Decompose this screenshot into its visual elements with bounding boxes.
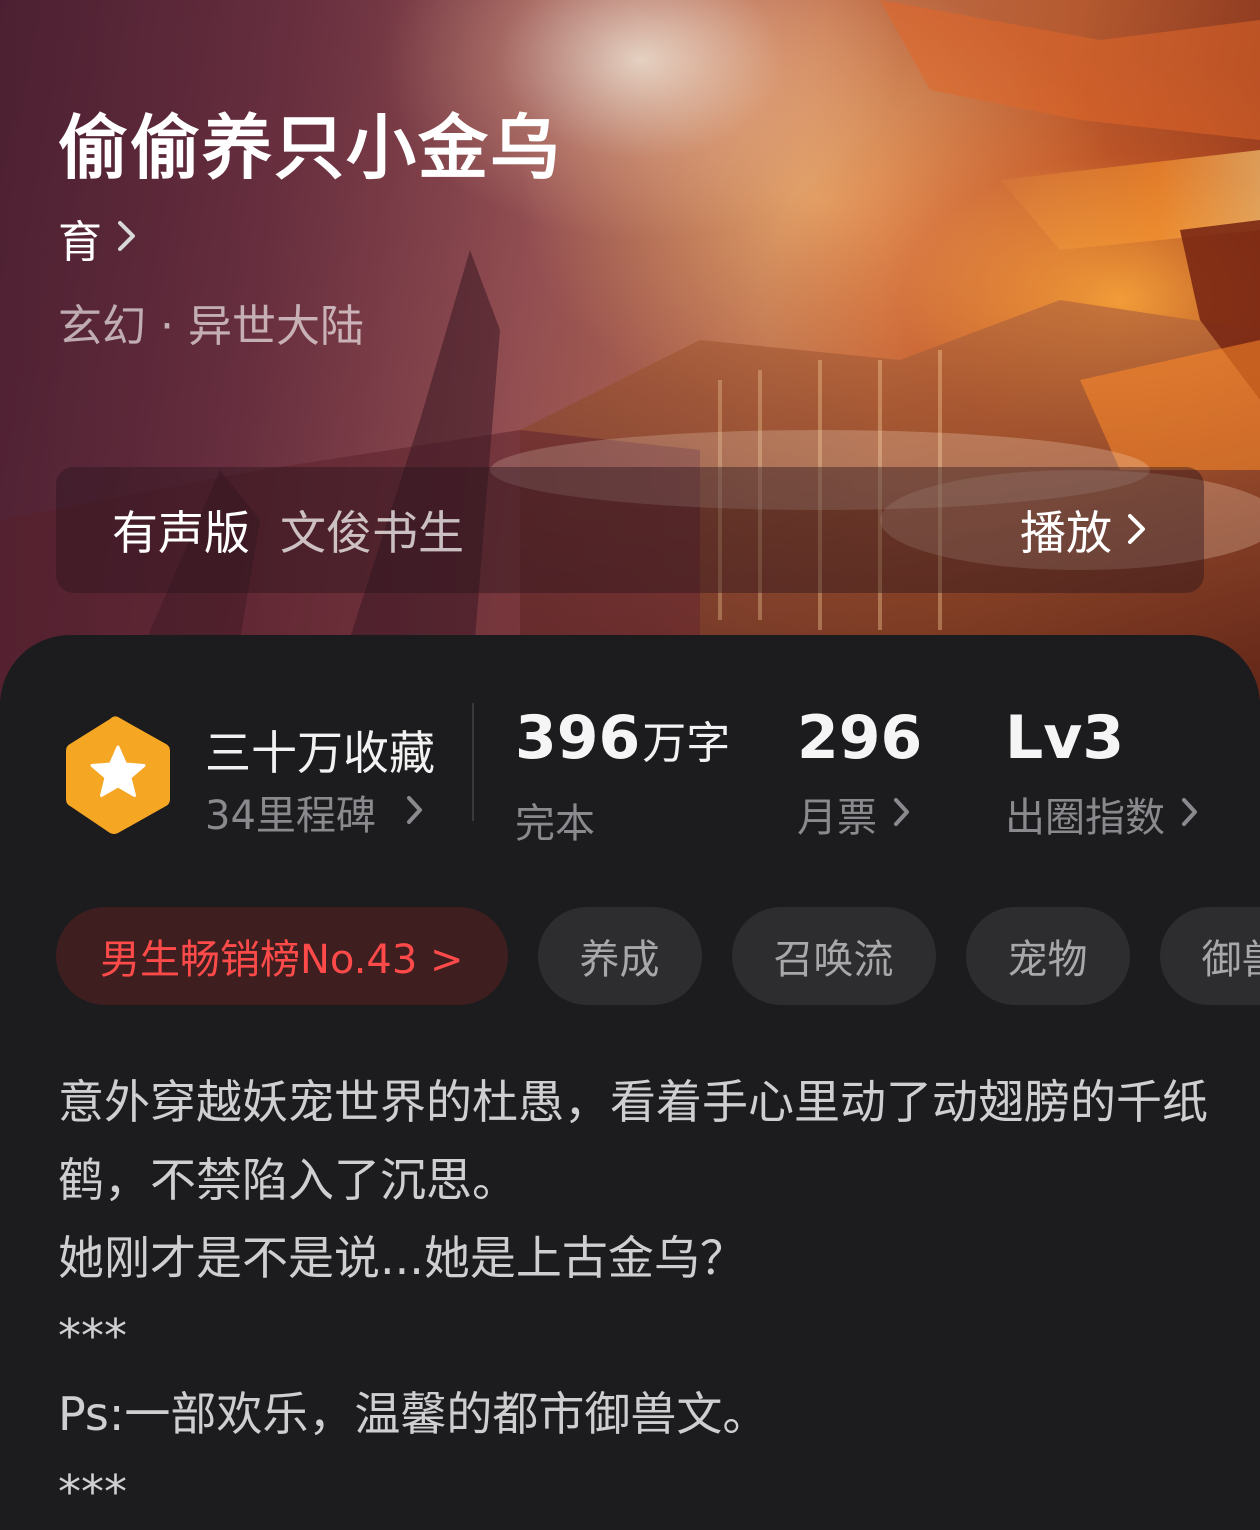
book-title: 偷偷养只小金乌 [58,106,562,189]
tag-chip[interactable]: 召唤流 [731,907,936,1005]
completion-status: 完本 [515,801,595,847]
tag-chip[interactable]: 养成 [537,907,702,1005]
author-link[interactable]: 育 [58,206,138,270]
favorites-count: 三十万收藏 [205,726,435,780]
chevron-right-icon [406,789,424,835]
monthly-votes-value: 296 [797,703,923,773]
chevron-right-icon [893,791,911,837]
tag-chip[interactable]: 御兽 [1159,907,1260,1005]
favorites-badge-icon [62,713,174,841]
word-count-stat: 396 万字 完本 [515,699,730,849]
synopsis-line: 意外穿越妖宠世界的杜愚，看着手心里动了动翅膀的千纸鹤，不禁陷入了沉思。 [58,1075,1208,1207]
milestones-label: 34里程碑 [205,793,376,839]
audiobook-label: 有声版 [112,506,250,560]
popularity-index-stat[interactable]: Lv3 出圈指数 [1005,699,1199,843]
popularity-level-value: Lv3 [1005,703,1125,773]
synopsis-line: Ps:一部欢乐，温馨的都市御兽文。 [58,1387,769,1441]
author-name: 育 [58,217,102,268]
chevron-right-icon [1126,503,1148,557]
book-info-sheet: 三十万收藏 34里程碑 396 万字 完本 296 月票 Lv3 出圈指数 男生… [0,635,1260,1530]
synopsis-line: 她刚才是不是说...她是上古金乌？ [58,1231,746,1285]
play-button[interactable]: 播放 [1020,497,1148,563]
popularity-index-label: 出圈指数 [1005,795,1165,841]
book-synopsis[interactable]: 意外穿越妖宠世界的杜愚，看着手心里动了动翅膀的千纸鹤，不禁陷入了沉思。 她刚才是… [58,1063,1208,1530]
chevron-right-icon [116,213,138,264]
chevron-right-icon [1181,791,1199,837]
bestseller-rank-tag[interactable]: 男生畅销榜No.43 > [56,907,508,1005]
cover-art-header: 偷偷养只小金乌 育 玄幻 · 异世大陆 有声版 文俊书生 播放 [0,0,1260,700]
word-count-unit: 万字 [642,718,731,769]
play-label: 播放 [1020,506,1112,560]
word-count-value: 396 [515,703,641,773]
tag-chip[interactable]: 宠物 [965,907,1130,1005]
synopsis-line: *** [58,1465,127,1519]
monthly-votes-stat[interactable]: 296 月票 [797,699,922,843]
tag-row: 男生畅销榜No.43 > 养成 召唤流 宠物 御兽 [56,907,1260,1007]
book-detail-page: 偷偷养只小金乌 育 玄幻 · 异世大陆 有声版 文俊书生 播放 三十万收藏 34… [0,0,1260,1530]
stats-row: 三十万收藏 34里程碑 396 万字 完本 296 月票 Lv3 出圈指数 [0,635,1260,875]
audiobook-narrator: 文俊书生 [280,506,464,560]
stats-divider [472,703,474,821]
synopsis-line: *** [58,1309,127,1363]
book-genre: 玄幻 · 异世大陆 [58,301,364,352]
monthly-votes-label: 月票 [797,795,877,841]
milestones-link[interactable]: 34里程碑 [205,783,424,841]
audiobook-bar[interactable]: 有声版 文俊书生 播放 [56,467,1204,593]
